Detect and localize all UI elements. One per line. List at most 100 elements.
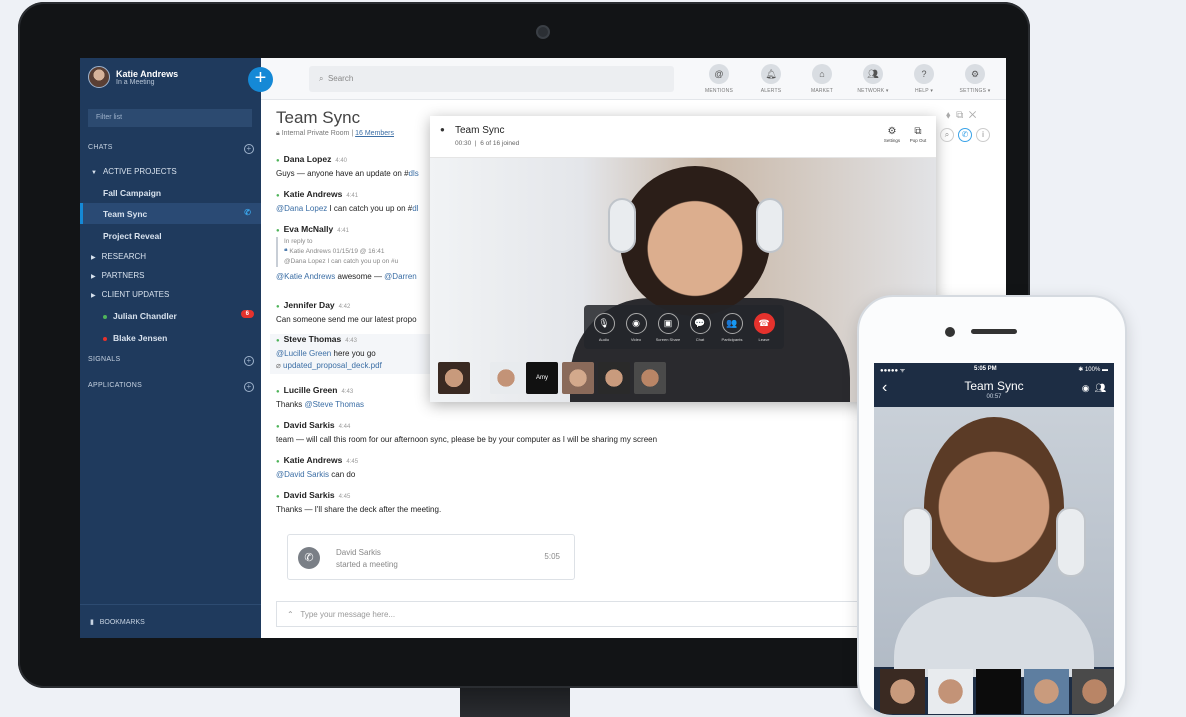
group-client-updates[interactable]: ▶ CLIENT UPDATES: [80, 284, 261, 305]
people-icon: 👥︎: [863, 64, 883, 84]
participant-thumbnail[interactable]: [490, 362, 522, 394]
group-active-projects[interactable]: ▼ ACTIVE PROJECTS: [80, 161, 261, 182]
hangup-icon: ☎: [753, 312, 775, 334]
hashtag-link[interactable]: dl: [412, 204, 418, 213]
popout-button[interactable]: ⧉ Pop Out: [906, 126, 930, 143]
sidebar-item-project-reveal[interactable]: Project Reveal: [80, 225, 261, 246]
message-time: 4:45: [338, 494, 351, 500]
leave-button[interactable]: ☎ Leave: [750, 312, 778, 342]
message-author[interactable]: Katie Andrews: [284, 455, 343, 465]
message-author[interactable]: Eva McNally: [284, 224, 334, 234]
participant-thumbnail[interactable]: [634, 362, 666, 394]
message-text: Thanks: [276, 400, 305, 409]
market-button[interactable]: ⌂ MARKET: [799, 64, 845, 94]
message-text: team — will call this room for our after…: [276, 435, 658, 444]
mention-link[interactable]: @Dana Lopez: [276, 204, 327, 213]
pin-icon[interactable]: ⬧: [946, 110, 951, 121]
mobile-screen: ●●●●● ᯤ 5:05 PM ✱ 100% ▬ ‹ Team Sync 00:…: [874, 363, 1114, 715]
participants-button[interactable]: 👥 Participants: [718, 312, 746, 342]
video-button[interactable]: ◉ Video: [622, 312, 650, 342]
add-signal-icon[interactable]: +: [244, 356, 254, 366]
settings-button[interactable]: ⚙ SETTINGS ▾: [952, 64, 998, 94]
control-label: Video: [630, 336, 642, 342]
mention-link[interactable]: @Steve Thomas: [304, 400, 364, 409]
participants-icon[interactable]: 👥︎: [1095, 383, 1106, 393]
group-partners[interactable]: ▶ PARTNERS: [80, 265, 261, 286]
message-author[interactable]: David Sarkis: [284, 420, 335, 430]
mention-link[interactable]: @David Sarkis: [276, 470, 329, 479]
user-name: Katie Andrews: [116, 68, 179, 79]
members-link[interactable]: 16 Members: [355, 130, 394, 137]
message-author[interactable]: Katie Andrews: [284, 189, 343, 199]
message-author[interactable]: Steve Thomas: [284, 334, 342, 344]
sidebar-item-fall-campaign[interactable]: Fall Campaign: [80, 182, 261, 203]
call-icon[interactable]: ✆: [958, 128, 972, 142]
dm-blake-jensen[interactable]: Blake Jensen: [80, 327, 261, 348]
participant-thumbnail[interactable]: [438, 362, 470, 394]
group-label: CLIENT UPDATES: [101, 290, 170, 299]
participant-thumbnail[interactable]: [598, 362, 630, 394]
front-camera: [945, 327, 955, 337]
participant-thumbnail[interactable]: [976, 669, 1021, 714]
mobile-participant-video: [874, 407, 1114, 677]
section-signals[interactable]: SIGNALS +: [88, 356, 254, 366]
add-application-icon[interactable]: +: [244, 382, 254, 392]
chat-button[interactable]: 💬 Chat: [686, 312, 714, 342]
info-icon[interactable]: i: [976, 128, 990, 142]
message-author[interactable]: Lucille Green: [284, 385, 338, 395]
add-chat-icon[interactable]: +: [244, 144, 254, 154]
participant-thumbnail[interactable]: [880, 669, 925, 714]
file-link[interactable]: updated_proposal_deck.pdf: [283, 361, 382, 370]
help-button[interactable]: ? HELP ▾: [901, 64, 947, 94]
bookmarks-button[interactable]: ▮ BOOKMARKS: [80, 604, 261, 638]
home-icon: ⌂: [812, 64, 832, 84]
mention-link[interactable]: @Lucille Green: [276, 349, 331, 358]
monitor-stand: [460, 688, 570, 717]
search-input[interactable]: ⌕ Search: [309, 66, 674, 92]
popout-icon[interactable]: ⧉: [956, 110, 963, 121]
message-author[interactable]: Jennifer Day: [284, 300, 335, 310]
message-author[interactable]: David Sarkis: [284, 490, 335, 500]
message-input[interactable]: ⌃ Type your message here...: [276, 601, 876, 627]
group-label: RESEARCH: [101, 252, 147, 261]
audio-button[interactable]: 🎙 Audio: [590, 312, 618, 342]
new-conversation-button[interactable]: +: [248, 67, 273, 92]
search-icon[interactable]: ⌕: [940, 128, 954, 142]
sidebar-item-label: Team Sync: [103, 209, 148, 219]
header-actions: ⬧ ⧉ ✕: [946, 110, 976, 121]
participant-thumbnail[interactable]: [928, 669, 973, 714]
help-label: HELP ▾: [914, 88, 934, 94]
screen-share-button[interactable]: ▣ Screen Share: [654, 312, 682, 342]
message-time: 4:40: [335, 158, 348, 164]
hashtag-link[interactable]: dls: [409, 169, 419, 178]
section-applications[interactable]: APPLICATIONS +: [88, 382, 254, 392]
section-chats[interactable]: CHATS +: [88, 144, 254, 154]
attachment-icon: ⌀: [276, 361, 284, 370]
close-icon[interactable]: ✕: [969, 110, 977, 121]
message-author[interactable]: Dana Lopez: [284, 154, 332, 164]
message-time: 4:43: [341, 389, 354, 395]
participant-thumbnail[interactable]: [562, 362, 594, 394]
filter-input[interactable]: Filter list: [88, 109, 252, 127]
group-research[interactable]: ▶ RESEARCH: [80, 246, 261, 267]
bell-icon: 🔔︎: [761, 64, 781, 84]
user-badge-icon[interactable]: ◉: [1082, 383, 1090, 393]
network-button[interactable]: 👥︎ NETWORK ▾: [850, 64, 896, 94]
user-profile[interactable]: Katie Andrews In a Meeting: [88, 66, 178, 88]
participant-thumbnail[interactable]: [1024, 669, 1069, 714]
earpiece: [971, 329, 1017, 334]
video-settings-button[interactable]: ⚙ Settings: [880, 126, 904, 143]
mention-link[interactable]: @Darren: [384, 272, 417, 281]
battery-level: 100%: [1084, 367, 1101, 373]
meeting-status: started a meeting: [336, 560, 398, 569]
mentions-button[interactable]: @ MENTIONS: [696, 64, 742, 94]
mention-link[interactable]: @Katie Andrews: [276, 272, 335, 281]
chevron-up-icon[interactable]: ⌃: [287, 610, 294, 619]
sidebar-item-team-sync[interactable]: Team Sync ✆: [80, 203, 261, 224]
participant-thumbnail[interactable]: [1072, 669, 1114, 714]
meeting-card[interactable]: ✆ David Sarkis started a meeting 5:05: [287, 534, 575, 580]
dm-julian-chandler[interactable]: Julian Chandler 6: [80, 305, 261, 326]
alerts-button[interactable]: 🔔︎ ALERTS: [748, 64, 794, 94]
participant-thumbnail[interactable]: Amy: [526, 362, 558, 394]
caret-right-icon: ▶: [91, 293, 96, 299]
